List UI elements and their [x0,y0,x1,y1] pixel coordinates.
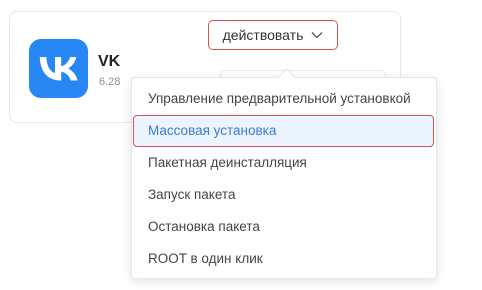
app-name: VK [98,53,121,70]
menu-item-launch-package[interactable]: Запуск пакета [132,179,436,211]
action-button-label: действовать [222,27,304,43]
vk-logo-icon [29,39,88,98]
menu-item-bulk-install[interactable]: Массовая установка [133,115,434,147]
menu-item-stop-package[interactable]: Остановка пакета [132,211,436,243]
menu-item-one-click-root[interactable]: ROOT в один клик [132,243,436,275]
app-version: 6.28 [99,76,121,88]
chevron-down-icon [311,31,323,39]
menu-list: Управление предварительной установкой Ма… [132,78,436,275]
action-dropdown-menu: Управление предварительной установкой Ма… [131,68,437,279]
action-dropdown-button[interactable]: действовать [208,20,338,50]
menu-item-preinstall-management[interactable]: Управление предварительной установкой [132,83,436,115]
menu-item-bulk-uninstall[interactable]: Пакетная деинсталляция [132,147,436,179]
